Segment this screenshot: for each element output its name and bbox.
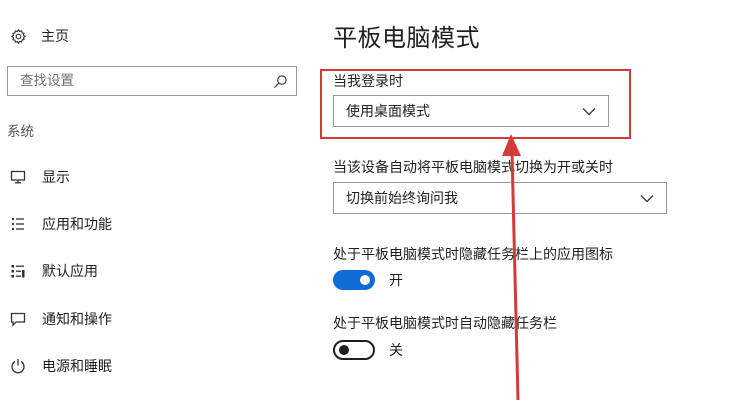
search-box[interactable] [7, 66, 297, 96]
sidebar: 主页 系统 显示 应用和功能 默认应用 通知和操作 [0, 0, 315, 400]
sidebar-item-label: 电源和睡眠 [42, 359, 112, 375]
search-input[interactable] [18, 72, 262, 90]
hide-taskbar-setting: 关 [333, 340, 403, 360]
hide-icons-toggle[interactable] [333, 270, 375, 290]
hide-icons-label: 处于平板电脑模式时隐藏任务栏上的应用图标 [333, 247, 613, 263]
sidebar-item-apps[interactable]: 应用和功能 [10, 211, 112, 237]
page-title: 平板电脑模式 [333, 24, 480, 52]
annotation-highlight-box [320, 69, 631, 139]
hide-taskbar-state: 关 [389, 343, 403, 359]
sidebar-item-label: 默认应用 [42, 264, 98, 280]
search-icon[interactable] [273, 74, 288, 89]
list-icon [10, 216, 26, 232]
power-icon [10, 358, 26, 374]
hide-icons-state: 开 [389, 273, 403, 289]
home-label: 主页 [41, 29, 69, 45]
gear-icon [10, 28, 27, 44]
sidebar-item-label: 通知和操作 [42, 312, 112, 328]
monitor-icon [10, 169, 26, 185]
default-apps-icon [10, 263, 26, 279]
chevron-down-icon [640, 194, 654, 202]
sidebar-item-power[interactable]: 电源和睡眠 [10, 353, 112, 379]
toggle-knob [339, 345, 349, 355]
toggle-knob [360, 275, 370, 285]
hide-taskbar-toggle[interactable] [333, 340, 375, 360]
switch-behavior-value: 切换前始终询问我 [346, 191, 458, 207]
home-link[interactable]: 主页 [10, 24, 69, 48]
sidebar-item-display[interactable]: 显示 [10, 164, 70, 190]
settings-panel: 平板电脑模式 当我登录时 使用桌面模式 当该设备自动将平板电脑模式切换为开或关时… [333, 0, 753, 400]
sidebar-item-label: 应用和功能 [42, 217, 112, 233]
notification-icon [10, 311, 26, 327]
section-header-system: 系统 [7, 124, 34, 140]
hide-taskbar-label: 处于平板电脑模式时自动隐藏任务栏 [333, 316, 557, 332]
sidebar-item-notifications[interactable]: 通知和操作 [10, 306, 112, 332]
switch-label: 当该设备自动将平板电脑模式切换为开或关时 [333, 160, 613, 176]
sidebar-item-label: 显示 [42, 170, 70, 186]
switch-behavior-dropdown[interactable]: 切换前始终询问我 [333, 182, 667, 214]
sidebar-item-default-apps[interactable]: 默认应用 [10, 258, 98, 284]
hide-icons-setting: 开 [333, 270, 403, 290]
